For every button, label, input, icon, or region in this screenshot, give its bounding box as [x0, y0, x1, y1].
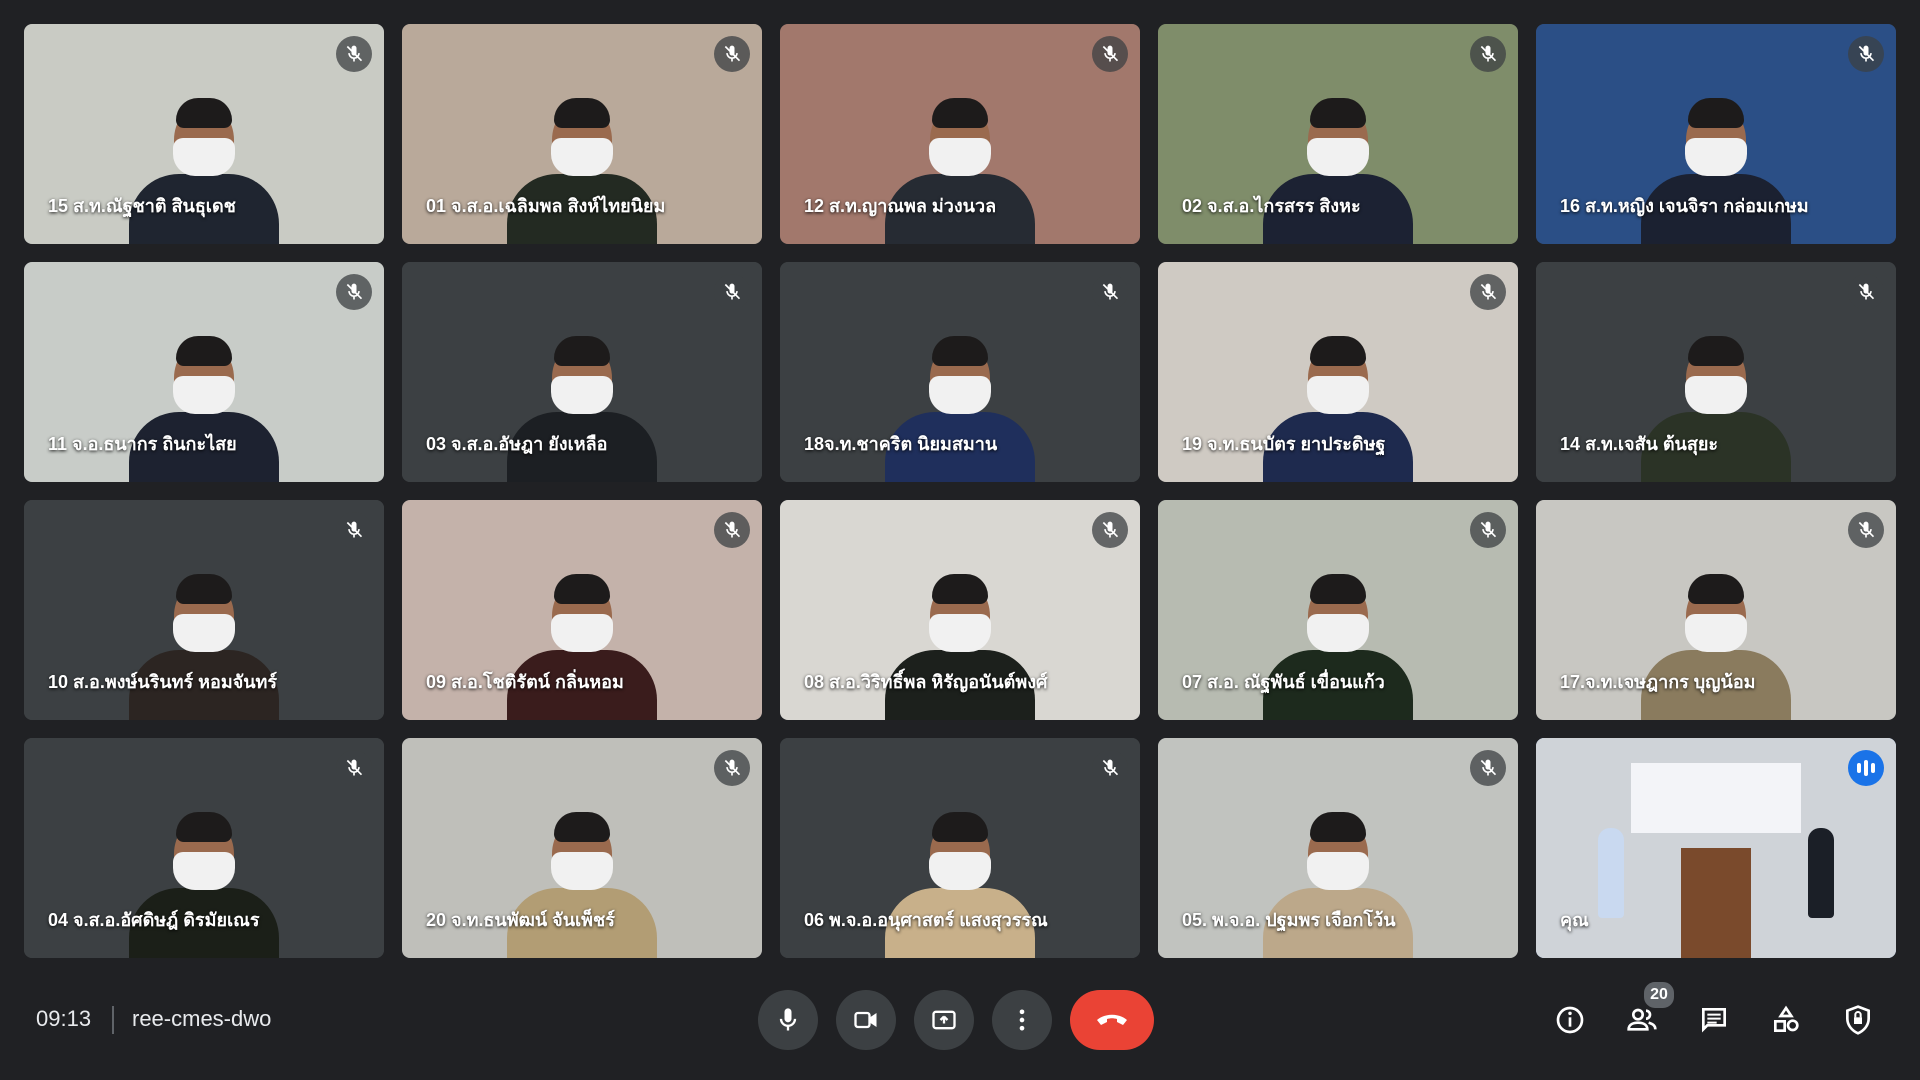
mic-off-icon	[1848, 36, 1884, 72]
meeting-details-button[interactable]	[1550, 1000, 1590, 1040]
microphone-icon	[779, 1008, 797, 1031]
participant-name: 17.จ.ท.เจษฎากร บุญน้อม	[1560, 672, 1756, 692]
present-screen-button[interactable]	[914, 990, 974, 1050]
mic-off-icon	[1092, 36, 1128, 72]
divider	[112, 1006, 114, 1034]
participant-name: 09 ส.อ.โชติรัตน์ กลิ่นหอม	[426, 672, 624, 692]
participant-name: 15 ส.ท.ณัฐชาติ สินธุเดช	[48, 196, 236, 216]
microphone-button[interactable]	[758, 990, 818, 1050]
participant-tile[interactable]: 08 ส.อ.วิริทธิ์พล หิรัญอนันต์พงศ์	[780, 500, 1140, 720]
participant-tile[interactable]: 04 จ.ส.อ.อัศดิษฎ์ ดิรมัยเณร	[24, 738, 384, 958]
mic-off-icon	[1092, 274, 1128, 310]
leave-call-button[interactable]	[1070, 990, 1154, 1050]
participant-count-badge: 20	[1642, 980, 1676, 1010]
participant-tile[interactable]: 03 จ.ส.อ.อัษฎา ยังเหลือ	[402, 262, 762, 482]
participant-name: 19 จ.ท.ธนบัตร ยาประดิษฐ	[1182, 434, 1386, 454]
participant-name: 18จ.ท.ชาคริต นิยมสมาน	[804, 434, 998, 454]
speaking-indicator-icon	[1848, 750, 1884, 786]
participant-name: 16 ส.ท.หญิง เจนจิรา กล่อมเกษม	[1560, 196, 1809, 216]
mic-off-icon	[1470, 36, 1506, 72]
participant-tile[interactable]: 06 พ.จ.อ.อนุศาสตร์ แสงสุวรรณ	[780, 738, 1140, 958]
participant-tile[interactable]: 14 ส.ท.เจสัน ต้นสุยะ	[1536, 262, 1896, 482]
participant-tile[interactable]: 09 ส.อ.โชติรัตน์ กลิ่นหอม	[402, 500, 762, 720]
activities-button[interactable]	[1766, 1000, 1806, 1040]
participant-grid: 15 ส.ท.ณัฐชาติ สินธุเดช 01 จ.ส.อ.เฉลิมพล…	[24, 24, 1896, 960]
participant-tile[interactable]: 02 จ.ส.อ.ไกรสรร สิงหะ	[1158, 24, 1518, 244]
mic-off-icon	[1470, 512, 1506, 548]
participant-name: 03 จ.ส.อ.อัษฎา ยังเหลือ	[426, 434, 608, 454]
mic-off-icon	[1470, 750, 1506, 786]
host-controls-button[interactable]	[1838, 1000, 1878, 1040]
participant-name: 10 ส.อ.พงษ์นรินทร์ หอมจันทร์	[48, 672, 278, 692]
participant-tile[interactable]: 15 ส.ท.ณัฐชาติ สินธุเดช	[24, 24, 384, 244]
participant-tile[interactable]: 07 ส.อ. ณัฐพันธ์ เขื่อนแก้ว	[1158, 500, 1518, 720]
participant-name: 20 จ.ท.ธนพัฒน์ จันเพ็ชร์	[426, 910, 615, 930]
more-options-icon	[1019, 1009, 1025, 1031]
participant-name: 11 จ.อ.ธนากร ถินกะไสย	[48, 434, 237, 454]
participant-name: 02 จ.ส.อ.ไกรสรร สิงหะ	[1182, 196, 1361, 216]
participant-tile[interactable]: 05. พ.จ.อ. ปฐมพร เจือกโว้น	[1158, 738, 1518, 958]
chat-button[interactable]	[1694, 1000, 1734, 1040]
participant-tile[interactable]: 10 ส.อ.พงษ์นรินทร์ หอมจันทร์	[24, 500, 384, 720]
participant-tile[interactable]: 11 จ.อ.ธนากร ถินกะไสย	[24, 262, 384, 482]
activities-icon	[1774, 1005, 1799, 1032]
mic-off-icon	[714, 750, 750, 786]
participant-tile[interactable]: 18จ.ท.ชาคริต นิยมสมาน	[780, 262, 1140, 482]
participant-name: 01 จ.ส.อ.เฉลิมพล สิงห์ไทยนิยม	[426, 196, 666, 216]
present-screen-icon	[932, 1010, 956, 1030]
mic-off-icon	[714, 512, 750, 548]
mic-off-icon	[336, 750, 372, 786]
meeting-time: 09:13	[36, 1006, 92, 1031]
participant-tile[interactable]: 12 ส.ท.ญาณพล ม่วงนวล	[780, 24, 1140, 244]
mic-off-icon	[714, 274, 750, 310]
participant-name: 12 ส.ท.ญาณพล ม่วงนวล	[804, 196, 997, 216]
participant-name: 05. พ.จ.อ. ปฐมพร เจือกโว้น	[1182, 910, 1396, 930]
mic-off-icon	[714, 36, 750, 72]
more-options-button[interactable]	[992, 990, 1052, 1050]
participant-name: 08 ส.อ.วิริทธิ์พล หิรัญอนันต์พงศ์	[804, 672, 1048, 692]
participant-tile[interactable]: 16 ส.ท.หญิง เจนจิรา กล่อมเกษม	[1536, 24, 1896, 244]
participant-name: คุณ	[1560, 910, 1589, 930]
participant-tile[interactable]: 19 จ.ท.ธนบัตร ยาประดิษฐ	[1158, 262, 1518, 482]
camera-icon	[854, 1011, 877, 1029]
participant-name: 14 ส.ท.เจสัน ต้นสุยะ	[1560, 434, 1719, 454]
host-controls-icon	[1846, 1005, 1870, 1035]
participant-tile[interactable]: 01 จ.ส.อ.เฉลิมพล สิงห์ไทยนิยม	[402, 24, 762, 244]
mic-off-icon	[1092, 750, 1128, 786]
end-call-icon	[1097, 1014, 1127, 1025]
mic-off-icon	[1470, 274, 1506, 310]
mic-off-icon	[1092, 512, 1128, 548]
participant-name: 04 จ.ส.อ.อัศดิษฎ์ ดิรมัยเณร	[48, 910, 260, 930]
mic-off-icon	[1848, 274, 1884, 310]
meeting-code: ree-cmes-dwo	[132, 1006, 272, 1031]
participant-tile[interactable]: 17.จ.ท.เจษฎากร บุญน้อม	[1536, 500, 1896, 720]
self-tile[interactable]: คุณ	[1536, 738, 1896, 958]
chat-icon	[1702, 1008, 1726, 1033]
mic-off-icon	[336, 274, 372, 310]
stage-banner	[1631, 763, 1801, 833]
camera-button[interactable]	[836, 990, 896, 1050]
mic-off-icon	[1848, 512, 1884, 548]
mic-off-icon	[336, 36, 372, 72]
info-icon	[1556, 1006, 1584, 1034]
participant-name: 07 ส.อ. ณัฐพันธ์ เขื่อนแก้ว	[1182, 672, 1385, 692]
presenter-figure	[1598, 828, 1624, 918]
mic-off-icon	[336, 512, 372, 548]
podium	[1681, 848, 1751, 958]
participant-tile[interactable]: 20 จ.ท.ธนพัฒน์ จันเพ็ชร์	[402, 738, 762, 958]
participant-name: 06 พ.จ.อ.อนุศาสตร์ แสงสุวรรณ	[804, 910, 1048, 930]
presenter-figure	[1808, 828, 1834, 918]
